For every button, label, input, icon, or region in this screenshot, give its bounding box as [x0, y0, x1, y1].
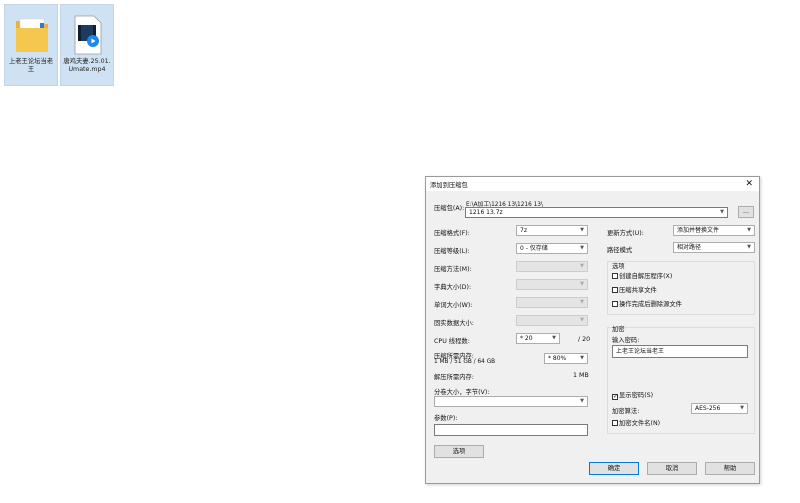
- dialog-title: 添加到压缩包: [430, 182, 468, 189]
- mem-decompress-label: 解压所需内存:: [434, 374, 474, 381]
- encrypt-filenames-checkbox[interactable]: 加密文件名(N): [612, 420, 660, 428]
- mem-compress-detail: 1 MB / 51 GB / 64 GB: [434, 359, 496, 365]
- checkbox-box: [612, 287, 618, 293]
- chevron-down-icon: ▼: [580, 227, 584, 233]
- chevron-down-icon: ▼: [747, 227, 751, 233]
- password-input[interactable]: 上老王论坛当老王: [612, 345, 748, 358]
- archive-name-input[interactable]: 1216 13.7z ▼: [465, 207, 728, 218]
- show-password-checkbox[interactable]: ✓显示密码(S): [612, 392, 653, 400]
- chevron-down-icon: ▼: [580, 299, 584, 305]
- params-label: 参数(P):: [434, 415, 458, 422]
- browse-button[interactable]: ...: [738, 206, 754, 218]
- mem-decompress-value: 1 MB: [573, 372, 589, 379]
- format-select[interactable]: 7z ▼: [516, 225, 588, 236]
- level-select[interactable]: 0 - 仅存储 ▼: [516, 243, 588, 254]
- chevron-down-icon: ▼: [747, 244, 751, 250]
- chevron-down-icon: ▼: [580, 245, 584, 251]
- encryption-method-select[interactable]: AES-256 ▼: [691, 403, 748, 414]
- cpu-select[interactable]: * 20 ▼: [516, 333, 560, 344]
- cancel-button[interactable]: 取消: [647, 462, 697, 475]
- path-mode-select[interactable]: 相对路径 ▼: [673, 242, 755, 253]
- shared-files-checkbox[interactable]: 压缩共享文件: [612, 287, 657, 295]
- folder-icon: [16, 18, 48, 52]
- cpu-max: / 20: [578, 336, 591, 343]
- chevron-down-icon: ▼: [580, 281, 584, 287]
- options-group-title: 选项: [612, 263, 625, 270]
- solid-label: 固实数据大小:: [434, 320, 474, 327]
- close-icon[interactable]: ✕: [745, 178, 753, 190]
- encryption-group-title: 加密: [612, 326, 625, 333]
- params-input[interactable]: [434, 424, 588, 436]
- method-label: 压缩方法(M):: [434, 266, 472, 273]
- check-icon: ✓: [612, 393, 619, 400]
- help-button[interactable]: 帮助: [705, 462, 755, 475]
- dict-select[interactable]: ▼: [516, 279, 588, 290]
- solid-select[interactable]: ▼: [516, 315, 588, 326]
- archive-label: 压缩包(A):: [434, 205, 465, 212]
- chevron-down-icon: ▼: [580, 398, 584, 404]
- checkbox-box: [612, 273, 618, 279]
- update-mode-select[interactable]: 添加并替换文件 ▼: [673, 225, 755, 236]
- ok-button[interactable]: 确定: [589, 462, 639, 475]
- split-volume-select[interactable]: ▼: [434, 396, 588, 407]
- update-mode-label: 更新方式(U):: [607, 230, 644, 237]
- format-label: 压缩格式(F):: [434, 230, 470, 237]
- encryption-method-label: 加密算法:: [612, 408, 640, 415]
- chevron-down-icon: ▼: [580, 263, 584, 269]
- checkbox-box: [612, 420, 618, 426]
- dialog-titlebar: 添加到压缩包 ✕: [426, 177, 759, 191]
- desktop-item-label: 上老王论坛当老王: [8, 58, 54, 73]
- add-to-archive-dialog: 添加到压缩包 ✕ 压缩包(A): E:\A加工\1216 13\1216 13\…: [425, 176, 760, 484]
- delete-after-checkbox[interactable]: 操作完成后删除源文件: [612, 301, 682, 309]
- level-label: 压缩等级(L):: [434, 248, 470, 255]
- mem-compress-select[interactable]: * 80% ▼: [544, 353, 588, 364]
- dict-label: 字典大小(D):: [434, 284, 472, 291]
- method-select[interactable]: ▼: [516, 261, 588, 272]
- video-file-icon: [74, 15, 102, 55]
- split-label: 分卷大小，字节(V):: [434, 389, 490, 396]
- chevron-down-icon: ▼: [552, 335, 556, 341]
- chevron-down-icon: ▼: [580, 355, 584, 361]
- desktop-item-label: 唐鸡夫妻.25.01.Umate.mp4: [63, 58, 111, 73]
- checkbox-box: [612, 301, 618, 307]
- chevron-down-icon: ▼: [720, 209, 724, 215]
- chevron-down-icon: ▼: [740, 405, 744, 411]
- path-mode-label: 路径模式: [607, 247, 633, 254]
- password-label: 输入密码:: [612, 337, 640, 344]
- word-label: 单词大小(W):: [434, 302, 473, 309]
- sfx-checkbox[interactable]: 创建自解压程序(X): [612, 273, 672, 281]
- chevron-down-icon: ▼: [580, 317, 584, 323]
- options-button[interactable]: 选项: [434, 445, 484, 458]
- desktop-folder-item[interactable]: 上老王论坛当老王: [4, 4, 58, 86]
- word-select[interactable]: ▼: [516, 297, 588, 308]
- desktop-video-file-item[interactable]: 唐鸡夫妻.25.01.Umate.mp4: [60, 4, 114, 86]
- cpu-label: CPU 线程数:: [434, 338, 470, 345]
